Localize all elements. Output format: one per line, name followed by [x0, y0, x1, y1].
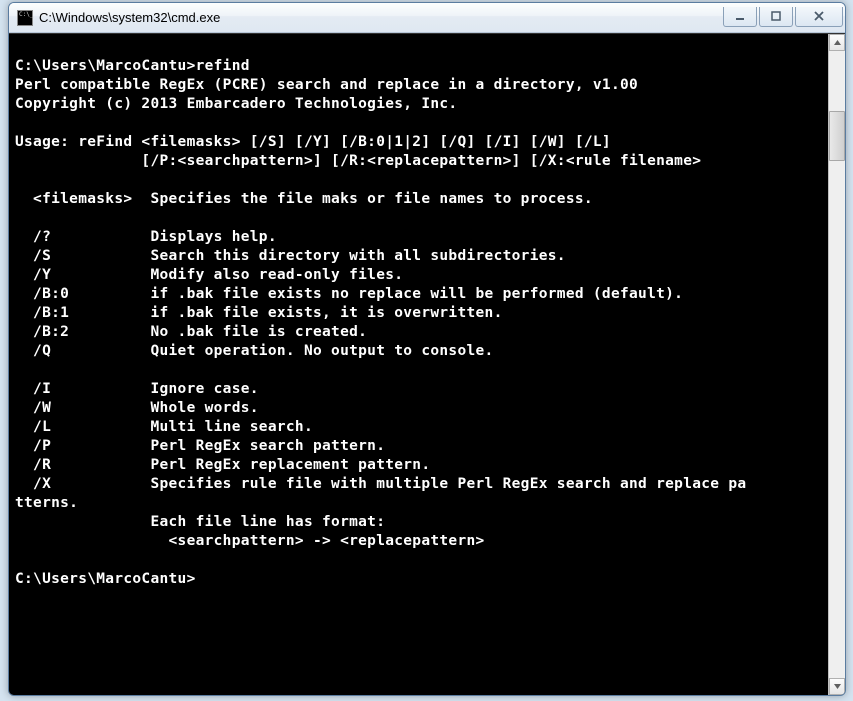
scroll-thumb[interactable] [829, 111, 845, 161]
scroll-down-button[interactable] [829, 678, 845, 695]
client-area: C:\Users\MarcoCantu>refind Perl compatib… [9, 33, 845, 695]
scroll-track[interactable] [829, 51, 845, 678]
window-title: C:\Windows\system32\cmd.exe [39, 10, 723, 25]
cmd-window: C:\Windows\system32\cmd.exe C:\Users\Mar… [8, 2, 846, 696]
close-button[interactable] [795, 7, 843, 27]
minimize-button[interactable] [723, 7, 757, 27]
titlebar[interactable]: C:\Windows\system32\cmd.exe [9, 3, 845, 33]
scroll-up-button[interactable] [829, 34, 845, 51]
cmd-icon [17, 10, 33, 26]
console-output[interactable]: C:\Users\MarcoCantu>refind Perl compatib… [9, 34, 828, 695]
maximize-button[interactable] [759, 7, 793, 27]
window-buttons [723, 7, 843, 27]
vertical-scrollbar[interactable] [828, 34, 845, 695]
